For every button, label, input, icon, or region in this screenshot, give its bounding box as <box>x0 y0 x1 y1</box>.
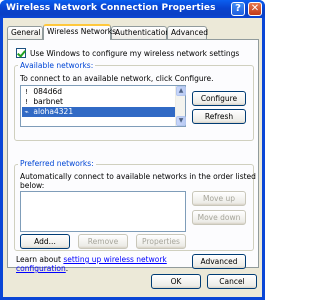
move-down-button[interactable]: Move down <box>192 210 246 225</box>
remove-button[interactable]: Remove <box>78 234 128 249</box>
use-windows-label[interactable]: Use Windows to configure my wireless net… <box>30 49 239 58</box>
tab-panel: Use Windows to configure my wireless net… <box>7 39 259 273</box>
use-windows-checkbox[interactable] <box>16 48 26 58</box>
learn-about-text: Learn about setting up wireless network <box>16 255 167 264</box>
network-name: 084d6d <box>33 87 62 96</box>
refresh-button[interactable]: Refresh <box>192 109 246 124</box>
tab-general[interactable]: General <box>7 26 43 39</box>
add-button[interactable]: Add... <box>20 234 70 249</box>
title-bar[interactable]: Wireless Network Connection Properties ?… <box>0 0 265 18</box>
tab-authentication[interactable]: Authentication <box>111 26 170 39</box>
learn-about-text-line2: configuration. <box>16 264 68 273</box>
dialog-window: Wireless Network Connection Properties ?… <box>0 0 265 300</box>
help-button[interactable]: ? <box>231 2 245 16</box>
available-networks-title: Available networks: <box>18 61 96 70</box>
available-instruction: To connect to an available network, clic… <box>20 74 214 83</box>
scroll-up-icon[interactable]: ▲ <box>176 86 186 96</box>
network-name: barbnet <box>33 97 63 106</box>
available-networks-list[interactable]: ǃ 084d6d ǃ barbnet ⌁ aloha4321 ▲ ▼ <box>20 85 186 127</box>
learn-about-suffix: . <box>65 264 69 273</box>
list-item[interactable]: ǃ barbnet <box>22 97 175 107</box>
preferred-networks-title: Preferred networks: <box>18 159 96 168</box>
tab-wireless-networks[interactable]: Wireless Networks <box>43 24 116 40</box>
wifi-signal-icon: ⌁ <box>24 108 29 116</box>
learn-about-prefix: Learn about <box>16 255 64 264</box>
list-item[interactable]: ⌁ aloha4321 <box>22 107 175 117</box>
close-button[interactable]: ✕ <box>248 2 262 16</box>
configuration-link[interactable]: configuration <box>16 264 66 273</box>
preferred-networks-list[interactable] <box>20 191 186 232</box>
tab-advanced[interactable]: Advanced <box>167 26 208 39</box>
advanced-button[interactable]: Advanced <box>192 254 246 269</box>
preferred-instruction-line1: Automatically connect to available netwo… <box>20 172 256 181</box>
scroll-down-icon[interactable]: ▼ <box>176 116 186 126</box>
antenna-icon: ǃ <box>25 88 28 96</box>
properties-button[interactable]: Properties <box>136 234 186 249</box>
move-up-button[interactable]: Move up <box>192 191 246 206</box>
list-item[interactable]: ǃ 084d6d <box>22 87 175 97</box>
preferred-instruction-line2: below: <box>20 181 45 190</box>
ok-button[interactable]: OK <box>151 274 201 289</box>
cancel-button[interactable]: Cancel <box>207 274 257 289</box>
list-scrollbar[interactable]: ▲ ▼ <box>175 86 186 126</box>
antenna-icon: ǃ <box>25 98 28 106</box>
dialog-client-area: General Wireless Networks Authentication… <box>3 18 262 297</box>
configure-button[interactable]: Configure <box>192 91 246 106</box>
network-name: aloha4321 <box>33 107 74 116</box>
window-title: Wireless Network Connection Properties <box>6 3 216 13</box>
setup-wireless-link[interactable]: setting up wireless network <box>63 255 166 264</box>
